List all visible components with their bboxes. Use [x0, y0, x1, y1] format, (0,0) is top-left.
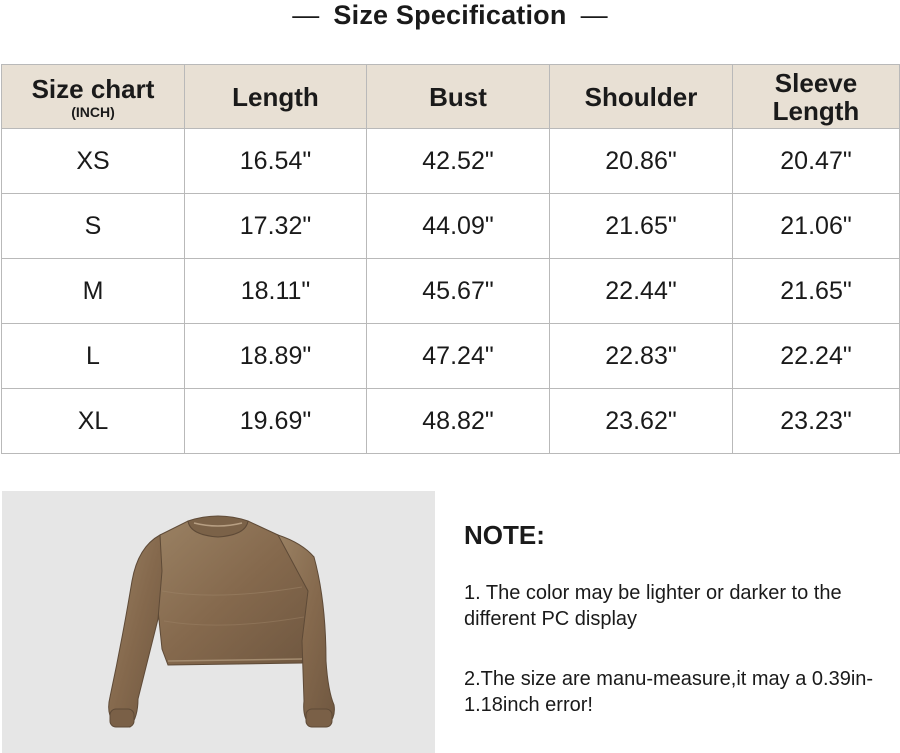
table-row: XL 19.69" 48.82" 23.62" 23.23" [1, 388, 900, 454]
note-item: 1. The color may be lighter or darker to… [464, 582, 842, 630]
note-section: NOTE: 1. The color may be lighter or dar… [464, 518, 894, 752]
header-sleeve-length: Sleeve Length [732, 64, 900, 129]
title-dash-left: — [292, 0, 320, 30]
size-cell: L [1, 323, 185, 389]
title-dash-right: — [580, 0, 608, 30]
product-photo [2, 491, 435, 753]
shoulder-cell: 20.86" [549, 128, 733, 194]
page-title: — Size Specification — [0, 0, 900, 30]
size-cell: XS [1, 128, 185, 194]
sleeve-length-cell: 23.23" [732, 388, 900, 454]
title-text: Size Specification [333, 0, 567, 30]
length-cell: 16.54" [184, 128, 367, 194]
shoulder-cell: 21.65" [549, 193, 733, 259]
sleeve-length-cell: 20.47" [732, 128, 900, 194]
header-unit: (INCH) [71, 103, 115, 120]
length-cell: 18.11" [184, 258, 367, 324]
bust-cell: 42.52" [366, 128, 550, 194]
table-row: M 18.11" 45.67" 22.44" 21.65" [1, 258, 900, 324]
table-row: L 18.89" 47.24" 22.83" 22.24" [1, 323, 900, 389]
table-row: XS 16.54" 42.52" 20.86" 20.47" [1, 128, 900, 194]
length-cell: 19.69" [184, 388, 367, 454]
shoulder-cell: 22.44" [549, 258, 733, 324]
header-size-chart: Size chart (INCH) [1, 64, 185, 129]
size-cell: XL [1, 388, 185, 454]
size-cell: S [1, 193, 185, 259]
table-header-row: Size chart (INCH) Length Bust Shoulder S… [1, 64, 900, 129]
header-length: Length [184, 64, 367, 129]
bust-cell: 47.24" [366, 323, 550, 389]
sleeve-length-cell: 22.24" [732, 323, 900, 389]
note-item: 2.The size are manu-measure,it may a 0.3… [464, 668, 874, 716]
bust-cell: 44.09" [366, 193, 550, 259]
header-label: Sleeve Length [772, 67, 860, 126]
table-row: S 17.32" 44.09" 21.65" 21.06" [1, 193, 900, 259]
bust-cell: 45.67" [366, 258, 550, 324]
sleeve-length-cell: 21.65" [732, 258, 900, 324]
note-heading: NOTE: [464, 520, 545, 550]
header-bust: Bust [366, 64, 550, 129]
sleeve-length-cell: 21.06" [732, 193, 900, 259]
bust-cell: 48.82" [366, 388, 550, 454]
header-label: Size chart [31, 73, 155, 104]
cropped-sweatshirt-illustration [108, 515, 335, 728]
size-chart-table: Size chart (INCH) Length Bust Shoulder S… [1, 64, 900, 454]
shoulder-cell: 22.83" [549, 323, 733, 389]
length-cell: 17.32" [184, 193, 367, 259]
length-cell: 18.89" [184, 323, 367, 389]
size-cell: M [1, 258, 185, 324]
header-shoulder: Shoulder [549, 64, 733, 129]
shoulder-cell: 23.62" [549, 388, 733, 454]
